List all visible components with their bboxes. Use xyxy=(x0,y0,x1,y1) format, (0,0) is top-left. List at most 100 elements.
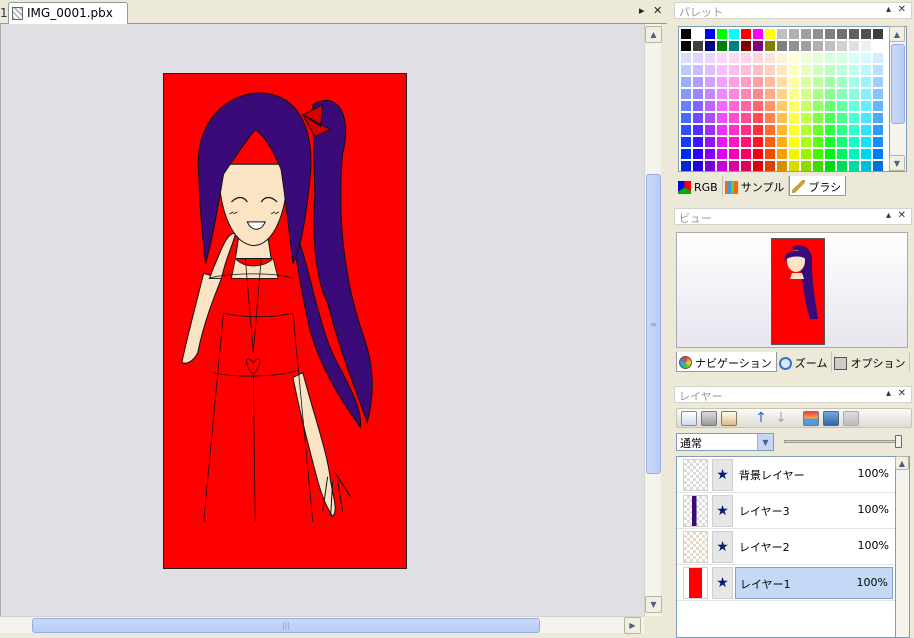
merge-visible-icon[interactable] xyxy=(823,411,839,426)
color-swatch[interactable] xyxy=(777,65,788,76)
panel-pin-icon[interactable]: ▴ xyxy=(886,4,891,15)
color-swatch[interactable] xyxy=(789,77,800,88)
color-swatch[interactable] xyxy=(765,125,776,136)
color-swatch[interactable] xyxy=(837,41,848,52)
color-swatch[interactable] xyxy=(873,29,884,40)
color-swatch[interactable] xyxy=(753,65,764,76)
color-swatch[interactable] xyxy=(813,125,824,136)
color-swatch[interactable] xyxy=(837,29,848,40)
color-swatch[interactable] xyxy=(825,65,836,76)
color-swatch[interactable] xyxy=(741,137,752,148)
color-swatch[interactable] xyxy=(753,101,764,112)
color-swatch[interactable] xyxy=(705,41,716,52)
color-swatch[interactable] xyxy=(681,53,692,64)
color-swatch[interactable] xyxy=(873,65,884,76)
color-swatch[interactable] xyxy=(765,161,776,171)
color-swatch[interactable] xyxy=(765,41,776,52)
color-swatch[interactable] xyxy=(729,149,740,160)
vertical-scroll-thumb[interactable]: ≡ xyxy=(646,174,661,474)
color-swatch[interactable] xyxy=(837,53,848,64)
color-swatch[interactable] xyxy=(861,77,872,88)
color-swatch[interactable] xyxy=(837,125,848,136)
color-swatch[interactable] xyxy=(849,53,860,64)
color-swatch[interactable] xyxy=(825,161,836,171)
color-swatch[interactable] xyxy=(801,149,812,160)
layer-visibility-icon[interactable]: ★ xyxy=(712,567,733,599)
color-swatch[interactable] xyxy=(837,65,848,76)
color-swatch[interactable] xyxy=(777,149,788,160)
color-swatch[interactable] xyxy=(717,89,728,100)
layer-list-scrollbar[interactable]: ▲ xyxy=(895,456,910,638)
color-swatch[interactable] xyxy=(849,113,860,124)
palette-scroll-up-icon[interactable]: ▲ xyxy=(889,26,905,42)
color-swatch[interactable] xyxy=(693,29,704,40)
color-swatch[interactable] xyxy=(801,29,812,40)
color-swatch[interactable] xyxy=(729,89,740,100)
color-swatch[interactable] xyxy=(765,113,776,124)
color-swatch[interactable] xyxy=(837,161,848,171)
color-swatch[interactable] xyxy=(873,161,884,171)
tab-rgb[interactable]: RGB xyxy=(676,176,723,196)
color-swatch[interactable] xyxy=(717,77,728,88)
color-swatch[interactable] xyxy=(789,29,800,40)
color-swatch[interactable] xyxy=(801,89,812,100)
color-swatch[interactable] xyxy=(861,113,872,124)
color-swatch[interactable] xyxy=(705,77,716,88)
color-swatch[interactable] xyxy=(777,77,788,88)
color-swatch[interactable] xyxy=(825,41,836,52)
color-swatch[interactable] xyxy=(861,89,872,100)
color-swatch[interactable] xyxy=(873,125,884,136)
palette-scroll-thumb[interactable] xyxy=(891,44,905,124)
color-swatch[interactable] xyxy=(801,161,812,171)
color-swatch[interactable] xyxy=(777,29,788,40)
color-swatch[interactable] xyxy=(681,161,692,171)
layer-visibility-icon[interactable]: ★ xyxy=(712,459,733,491)
color-swatch[interactable] xyxy=(693,149,704,160)
color-swatch[interactable] xyxy=(681,77,692,88)
color-swatch[interactable] xyxy=(681,65,692,76)
color-swatch[interactable] xyxy=(825,29,836,40)
color-swatch[interactable] xyxy=(753,161,764,171)
color-swatch[interactable] xyxy=(729,29,740,40)
color-swatch[interactable] xyxy=(693,41,704,52)
color-swatch[interactable] xyxy=(813,137,824,148)
color-swatch[interactable] xyxy=(741,41,752,52)
color-swatch[interactable] xyxy=(825,101,836,112)
tab-close-icon[interactable]: ✕ xyxy=(653,4,662,17)
color-swatch[interactable] xyxy=(693,77,704,88)
color-swatch[interactable] xyxy=(801,113,812,124)
color-swatch[interactable] xyxy=(849,161,860,171)
color-swatch[interactable] xyxy=(837,89,848,100)
color-swatch[interactable] xyxy=(837,149,848,160)
color-swatch[interactable] xyxy=(861,161,872,171)
palette-scrollbar[interactable]: ▲ ▼ xyxy=(889,26,907,172)
color-swatch[interactable] xyxy=(813,161,824,171)
color-swatch[interactable] xyxy=(813,41,824,52)
color-swatch[interactable] xyxy=(765,89,776,100)
color-swatch[interactable] xyxy=(861,149,872,160)
color-swatch[interactable] xyxy=(693,137,704,148)
scroll-down-icon[interactable]: ▼ xyxy=(645,596,662,613)
layer-scroll-up-icon[interactable]: ▲ xyxy=(895,456,909,470)
color-swatch[interactable] xyxy=(717,29,728,40)
color-swatch[interactable] xyxy=(849,125,860,136)
color-swatch[interactable] xyxy=(849,41,860,52)
color-swatch[interactable] xyxy=(801,77,812,88)
move-down-icon[interactable]: ↓ xyxy=(773,411,789,426)
color-swatch[interactable] xyxy=(873,89,884,100)
tab-img-0001[interactable]: IMG_0001.pbx xyxy=(8,2,128,25)
clip-icon[interactable] xyxy=(843,411,859,426)
blend-mode-select[interactable]: 通常 ▼ xyxy=(676,433,774,451)
color-swatch[interactable] xyxy=(765,53,776,64)
color-swatch[interactable] xyxy=(705,125,716,136)
tab-sample[interactable]: サンプル xyxy=(723,176,790,196)
color-swatch[interactable] xyxy=(741,101,752,112)
navigation-preview[interactable] xyxy=(676,232,908,348)
color-swatch[interactable] xyxy=(693,89,704,100)
color-swatch[interactable] xyxy=(717,53,728,64)
color-swatch[interactable] xyxy=(849,137,860,148)
color-swatch[interactable] xyxy=(789,137,800,148)
tab-navigation[interactable]: ナビゲーション xyxy=(676,352,777,372)
color-swatch[interactable] xyxy=(753,137,764,148)
color-swatch[interactable] xyxy=(813,65,824,76)
